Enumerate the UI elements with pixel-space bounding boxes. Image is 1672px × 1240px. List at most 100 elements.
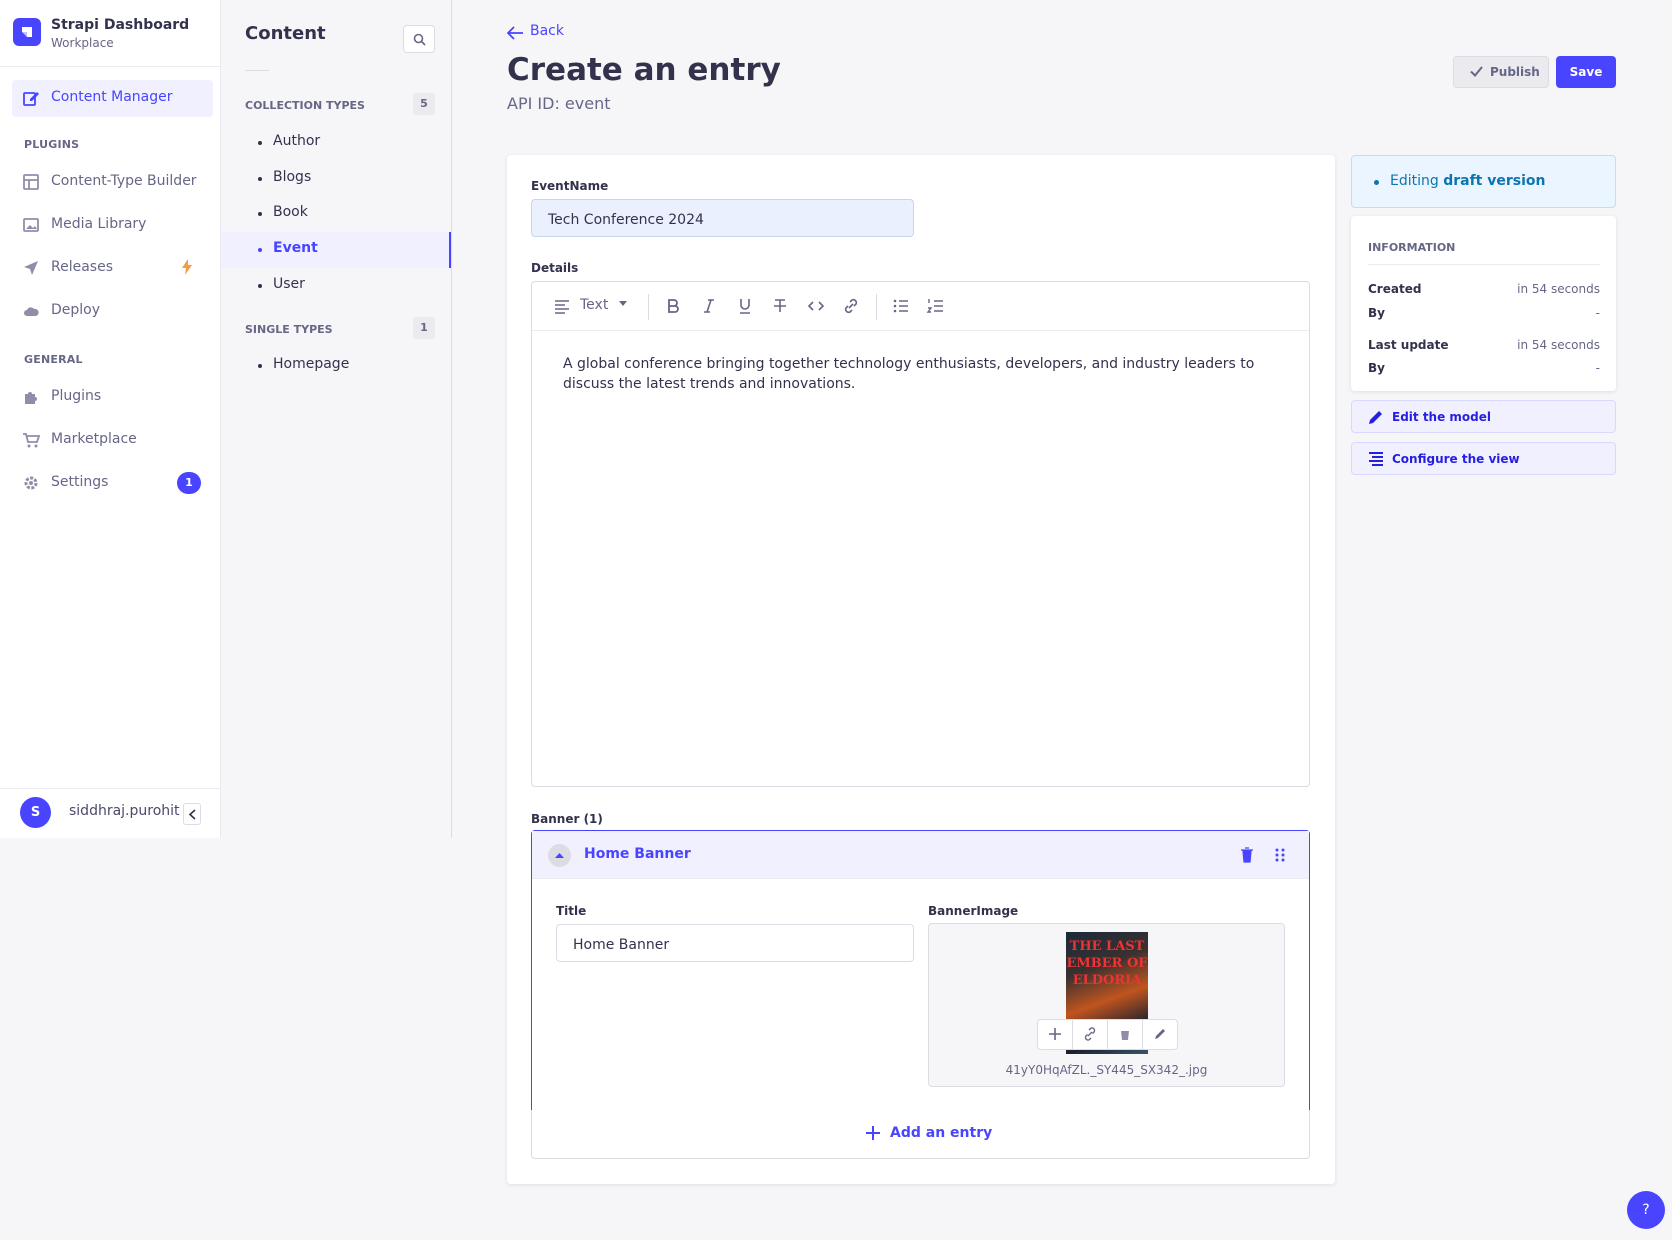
single-types-heading: SINGLE TYPES [245, 323, 333, 336]
book-cover-text: THE LAST EMBER OF ELDORIA [1066, 939, 1148, 988]
user-profile[interactable]: S siddhraj.purohit [0, 788, 220, 838]
nav-settings[interactable]: Settings 1 [12, 465, 213, 502]
general-section-heading: GENERAL [24, 353, 83, 366]
underline-icon[interactable] [735, 296, 755, 316]
layout-icon [23, 174, 39, 190]
bullet [258, 212, 262, 216]
divider [245, 70, 269, 71]
publish-label: Publish [1490, 65, 1540, 79]
help-button[interactable]: ? [1627, 1191, 1665, 1229]
gear-icon [24, 476, 38, 490]
last-update-label: Last update [1368, 338, 1449, 352]
last-update-value: in 54 seconds [1517, 338, 1600, 352]
bullet [258, 177, 262, 181]
strapi-logo-icon[interactable] [13, 18, 41, 46]
banner-label: Banner (1) [531, 812, 603, 826]
nav-label: Content Manager [51, 89, 173, 105]
subnav-item-label: User [273, 276, 305, 292]
subnav-item-user[interactable]: User [221, 268, 451, 304]
collapse-banner-button[interactable] [548, 844, 571, 867]
lightning-icon [182, 259, 192, 275]
banner-image-field[interactable]: THE LAST EMBER OF ELDORIA 41yY0HqAfZL._S… [928, 923, 1285, 1087]
toolbar-separator [648, 294, 649, 320]
plus-icon [1049, 1028, 1061, 1040]
nav-content-manager[interactable]: Content Manager [12, 80, 213, 117]
bullet [258, 248, 262, 252]
edit-model-button[interactable]: Edit the model [1351, 400, 1616, 433]
bullet-list-icon[interactable] [891, 296, 911, 316]
nav-media-library[interactable]: Media Library [12, 207, 213, 244]
nav-label: Marketplace [51, 431, 137, 447]
trash-icon[interactable] [1238, 846, 1256, 864]
draft-status-text: Editing draft version [1390, 173, 1546, 189]
edit-media-button[interactable] [1143, 1020, 1178, 1049]
media-actions [1037, 1019, 1178, 1050]
toolbar-separator [876, 294, 877, 320]
caret-down-icon [619, 301, 627, 306]
drag-handle-icon[interactable] [1271, 846, 1289, 864]
banner-component: Home Banner Title Home Banner BannerImag… [531, 830, 1310, 1111]
nav-content-type-builder[interactable]: Content-Type Builder [12, 164, 213, 201]
collapse-nav-button[interactable] [183, 803, 201, 825]
text-style-select[interactable]: Text [580, 297, 608, 313]
nav-label: Settings [51, 474, 109, 490]
pencil-square-icon [23, 92, 39, 106]
brand-title: Strapi Dashboard [51, 17, 190, 33]
collection-count-badge: 5 [413, 93, 435, 115]
align-left-icon[interactable] [552, 296, 572, 316]
subnav-search-button[interactable] [403, 25, 435, 53]
details-label: Details [531, 261, 579, 275]
subnav-item-label: Event [273, 240, 318, 256]
updated-by-value: - [1595, 361, 1600, 375]
publish-button[interactable]: Publish [1453, 56, 1549, 88]
subnav-item-event[interactable]: Event [221, 232, 451, 268]
banner-title-input[interactable]: Home Banner [556, 924, 914, 962]
editing-label: Editing [1390, 173, 1439, 189]
single-count-badge: 1 [413, 317, 435, 339]
numbered-list-icon[interactable] [926, 296, 946, 316]
bannerimage-label: BannerImage [928, 904, 1019, 918]
subnav-item-homepage[interactable]: Homepage [221, 348, 451, 384]
shopping-cart-icon [23, 433, 40, 448]
editor-toolbar: Text [532, 282, 1309, 331]
add-entry-label: Add an entry [890, 1125, 993, 1141]
code-icon[interactable] [806, 296, 826, 316]
nav-label: Releases [51, 259, 113, 275]
delete-media-button[interactable] [1108, 1020, 1143, 1049]
configure-view-button[interactable]: Configure the view [1351, 442, 1616, 475]
paper-plane-icon [24, 261, 38, 275]
italic-icon[interactable] [699, 296, 719, 316]
copy-link-button[interactable] [1073, 1020, 1108, 1049]
nav-deploy[interactable]: Deploy [12, 293, 213, 330]
subnav-item-label: Author [273, 133, 321, 149]
add-media-button[interactable] [1038, 1020, 1073, 1049]
eventname-label: EventName [531, 179, 609, 193]
settings-badge: 1 [177, 472, 201, 494]
title-label: Title [556, 904, 587, 918]
link-icon[interactable] [841, 296, 861, 316]
bold-icon[interactable] [663, 296, 683, 316]
add-entry-button[interactable]: Add an entry [531, 1110, 1310, 1159]
collection-types-heading: COLLECTION TYPES [245, 99, 365, 112]
created-value: in 54 seconds [1517, 282, 1600, 296]
eventname-value: Tech Conference 2024 [548, 212, 704, 228]
nav-label: Deploy [51, 302, 101, 318]
nav-plugins[interactable]: Plugins [12, 379, 213, 416]
chevron-left-icon [188, 809, 196, 820]
eventname-input[interactable]: Tech Conference 2024 [531, 199, 914, 237]
details-text[interactable]: A global conference bringing together te… [563, 354, 1293, 394]
details-editor[interactable]: Text A global conference bringing togeth… [531, 281, 1310, 787]
subnav-item-author[interactable]: Author [221, 125, 451, 161]
subnav-item-blogs[interactable]: Blogs [221, 161, 451, 197]
image-icon [23, 218, 39, 232]
save-button[interactable]: Save [1556, 56, 1616, 88]
banner-header[interactable]: Home Banner [532, 831, 1309, 879]
nav-marketplace[interactable]: Marketplace [12, 422, 213, 459]
nav-releases[interactable]: Releases [12, 250, 213, 287]
subnav-item-book[interactable]: Book [221, 196, 451, 232]
bullet [258, 364, 262, 368]
plus-icon [866, 1126, 880, 1140]
strikethrough-icon[interactable] [770, 296, 790, 316]
list-layout-icon [1369, 452, 1383, 466]
configure-view-label: Configure the view [1392, 452, 1520, 466]
